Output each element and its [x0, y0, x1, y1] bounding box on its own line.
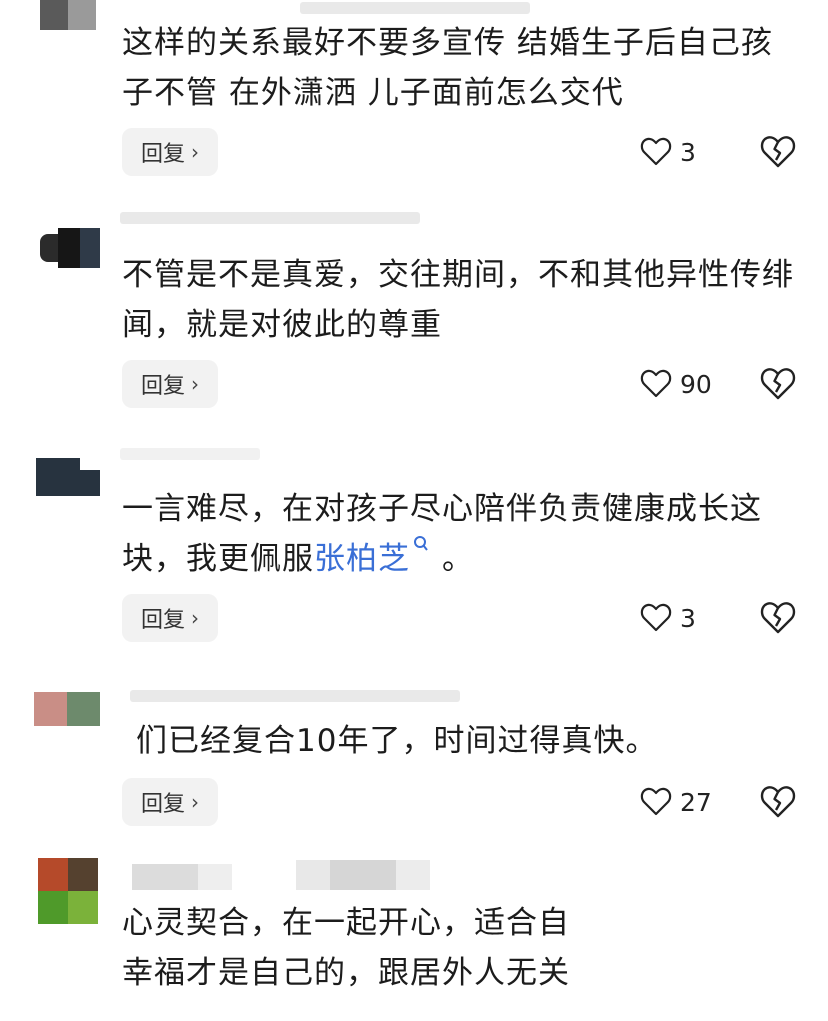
broken-heart-icon[interactable] — [760, 367, 796, 401]
username-blurred — [296, 860, 330, 890]
username-blurred — [120, 448, 260, 460]
reply-label: 回复 — [140, 792, 185, 817]
username-blurred — [130, 690, 460, 702]
heart-outline-icon — [640, 369, 672, 398]
heart-outline-icon — [640, 137, 672, 166]
chevron-right-icon: › — [191, 790, 199, 814]
reply-button[interactable]: 回复 › — [122, 128, 218, 176]
mention-link[interactable]: 张柏芝 — [314, 536, 430, 577]
heart-outline-icon — [640, 603, 672, 632]
like-count: 3 — [680, 603, 696, 633]
comment-text-line: 幸福才是自己的，跟居外人无关 — [122, 955, 570, 991]
username-blurred — [330, 860, 396, 890]
username-blurred — [300, 2, 530, 14]
username-blurred — [198, 864, 232, 890]
comment-text: 不管是不是真爱，交往期间，不和其他异性传绯闻，就是对彼此的尊重 — [122, 257, 794, 343]
username-blurred — [396, 860, 430, 890]
like-button[interactable]: 3 — [640, 128, 696, 176]
chevron-right-icon: › — [191, 372, 199, 396]
like-button[interactable]: 27 — [640, 778, 712, 826]
broken-heart-icon[interactable] — [760, 601, 796, 635]
username-blurred — [120, 212, 420, 224]
avatar[interactable] — [40, 228, 100, 268]
broken-heart-icon[interactable] — [760, 135, 796, 169]
comment-text: 一言难尽，在对孩子尽心陪伴负责健康成长这块，我更佩服张柏芝。 — [122, 491, 762, 577]
reply-button[interactable]: 回复 › — [122, 594, 218, 642]
reply-button[interactable]: 回复 › — [122, 360, 218, 408]
reply-button[interactable]: 回复 › — [122, 778, 218, 826]
like-button[interactable]: 3 — [640, 594, 696, 642]
reply-label: 回复 — [140, 142, 185, 167]
reply-label: 回复 — [140, 608, 185, 633]
like-button[interactable]: 90 — [640, 360, 712, 408]
chevron-right-icon: › — [191, 140, 199, 164]
comment-text: 这样的关系最好不要多宣传 结婚生子后自己孩子不管 在外潇洒 儿子面前怎么交代 — [122, 25, 773, 111]
avatar[interactable] — [38, 858, 98, 924]
comment-list: 这样的关系最好不要多宣传 结婚生子后自己孩子不管 在外潇洒 儿子面前怎么交代 回… — [0, 0, 828, 1021]
broken-heart-icon[interactable] — [760, 785, 796, 819]
comment-text: 们已经复合10年了，时间过得真快。 — [136, 723, 658, 759]
like-count: 3 — [680, 137, 696, 167]
reply-label: 回复 — [140, 374, 185, 399]
search-icon — [414, 536, 428, 551]
chevron-right-icon: › — [191, 606, 199, 630]
avatar[interactable] — [36, 458, 100, 496]
heart-outline-icon — [640, 787, 672, 816]
avatar[interactable] — [40, 0, 96, 30]
comment-text-line: 心灵契合，在一起开心，适合自 — [122, 905, 570, 941]
avatar[interactable] — [34, 692, 100, 726]
like-count: 90 — [680, 369, 712, 399]
username-blurred — [132, 864, 198, 890]
like-count: 27 — [680, 787, 712, 817]
